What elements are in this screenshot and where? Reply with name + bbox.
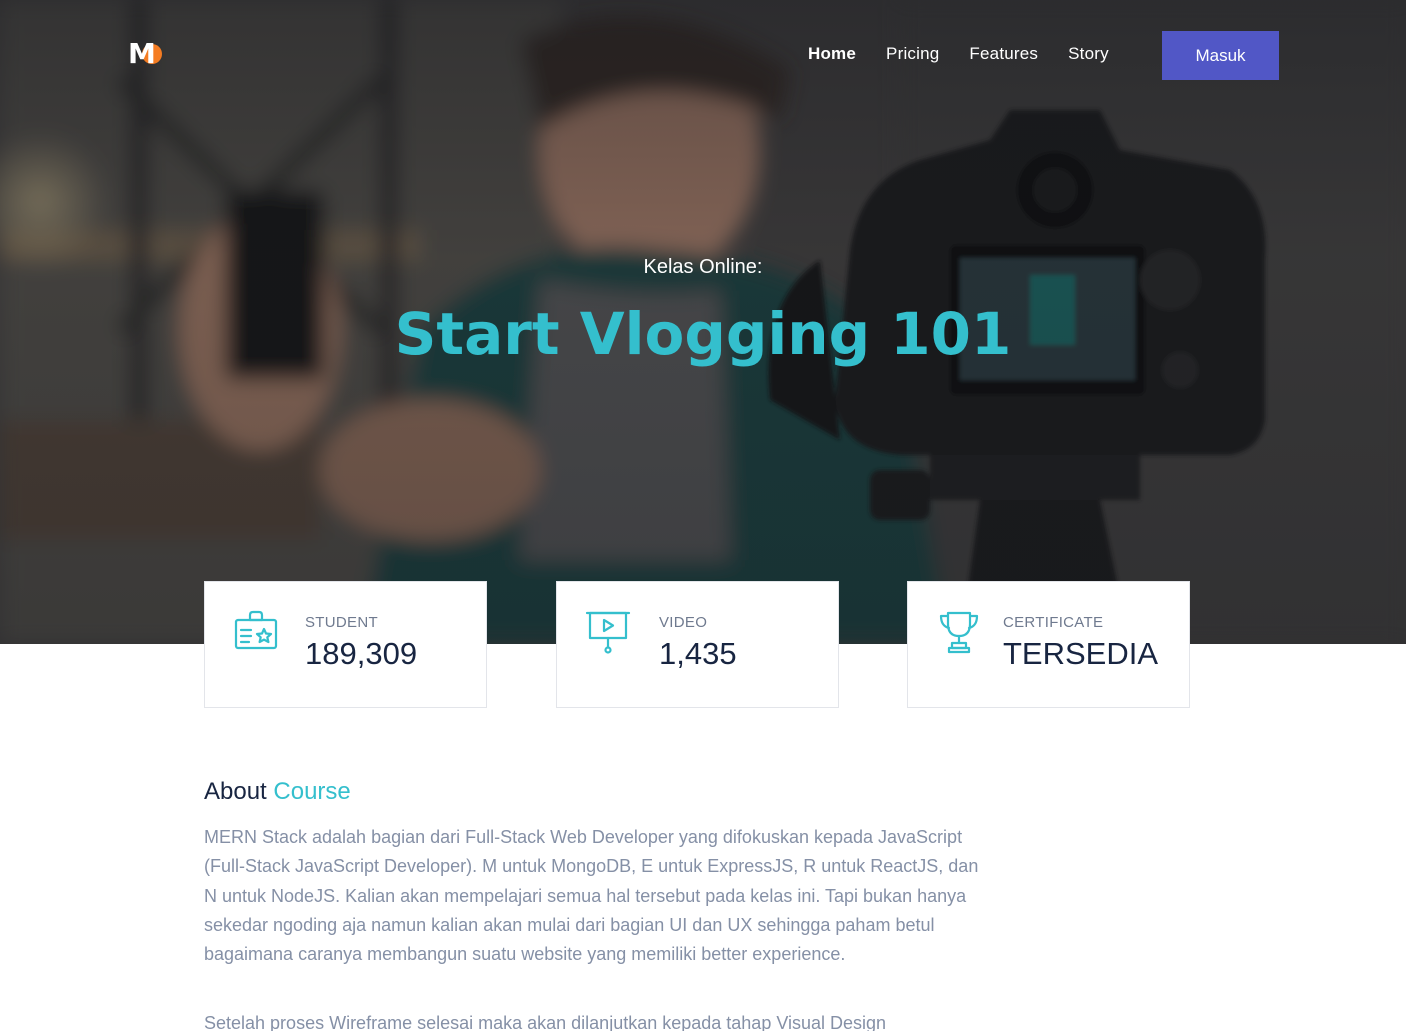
- nav-link-features[interactable]: Features: [969, 44, 1038, 64]
- brand-logo[interactable]: M: [128, 37, 164, 72]
- stat-value-video: 1,435: [659, 636, 737, 671]
- top-navbar: M Home Pricing Features Story Masuk: [0, 0, 1406, 110]
- nav-links: Home Pricing Features Story: [808, 44, 1139, 64]
- stat-label-video: VIDEO: [659, 614, 708, 631]
- stat-label-certificate: CERTIFICATE: [1003, 614, 1104, 631]
- about-paragraph-2: Setelah proses Wireframe selesai maka ak…: [204, 1013, 887, 1031]
- hero-title: Start Vlogging 101: [394, 300, 1012, 368]
- about-paragraph-1: MERN Stack adalah bagian dari Full-Stack…: [204, 827, 979, 965]
- hero-subtitle: Kelas Online:: [643, 256, 763, 278]
- nav-link-story[interactable]: Story: [1068, 44, 1109, 64]
- stat-value-certificate: TERSEDIA: [1003, 636, 1159, 671]
- nav-link-pricing[interactable]: Pricing: [886, 44, 939, 64]
- video-presentation-icon: [585, 611, 631, 654]
- stat-card-student: STUDENT 189,309: [204, 581, 487, 708]
- stat-value-student: 189,309: [305, 636, 418, 671]
- student-card-icon: [234, 610, 278, 650]
- trophy-icon: [939, 611, 979, 654]
- stat-card-video: VIDEO 1,435: [556, 581, 839, 708]
- stat-card-certificate: CERTIFICATE TERSEDIA: [907, 581, 1190, 708]
- hero-section: M Home Pricing Features Story Masuk Kela…: [0, 0, 1406, 644]
- logo-letter: M: [128, 37, 156, 70]
- about-heading-first: About: [204, 778, 267, 805]
- about-heading-accent: Course: [273, 778, 351, 805]
- masuk-button[interactable]: Masuk: [1162, 31, 1279, 80]
- nav-link-home[interactable]: Home: [808, 44, 856, 64]
- stat-label-student: STUDENT: [305, 614, 378, 631]
- about-course-heading: About Course: [204, 778, 351, 806]
